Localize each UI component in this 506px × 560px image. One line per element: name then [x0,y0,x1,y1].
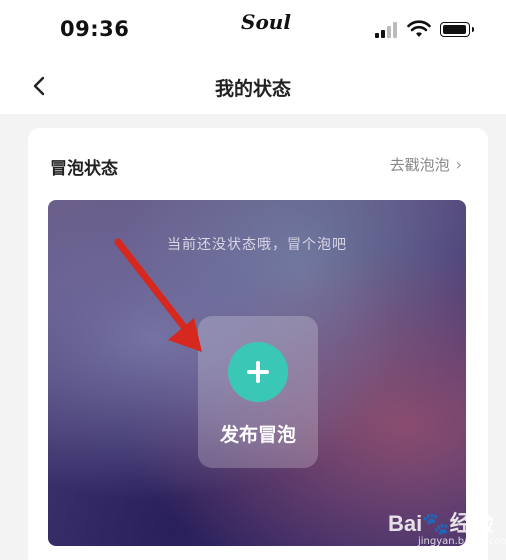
card-title: 冒泡状态 [50,159,118,179]
battery-icon [440,22,474,37]
annotation-arrow-icon [114,238,202,352]
plus-icon[interactable] [228,342,288,402]
baidu-watermark: Bai🐾经验 jingyan.baidu.com [388,500,506,550]
bubble-status-card: 冒泡状态 去戳泡泡 › 当前还没状态哦，冒个泡吧 发布冒泡 [28,128,488,560]
status-bar: 09:36 Soul [0,0,506,56]
poke-bubbles-label: 去戳泡泡 [389,156,450,174]
poke-bubbles-link[interactable]: 去戳泡泡 › [390,154,462,175]
publish-bubble-button[interactable]: 发布冒泡 [198,316,318,468]
signal-icon [375,22,399,38]
page-title: 我的状态 [214,78,291,100]
carrier-name: Soul [241,10,291,34]
wifi-icon [407,20,431,37]
watermark-url: jingyan.baidu.com [418,536,506,547]
chevron-right-icon: › [455,155,462,174]
nav-bar: 我的状态 [0,56,506,118]
paw-icon: 🐾 [422,511,450,536]
status-time: 09:36 [60,17,130,41]
publish-bubble-label: 发布冒泡 [219,424,296,446]
watermark-brand: Bai🐾经验 [388,511,494,536]
